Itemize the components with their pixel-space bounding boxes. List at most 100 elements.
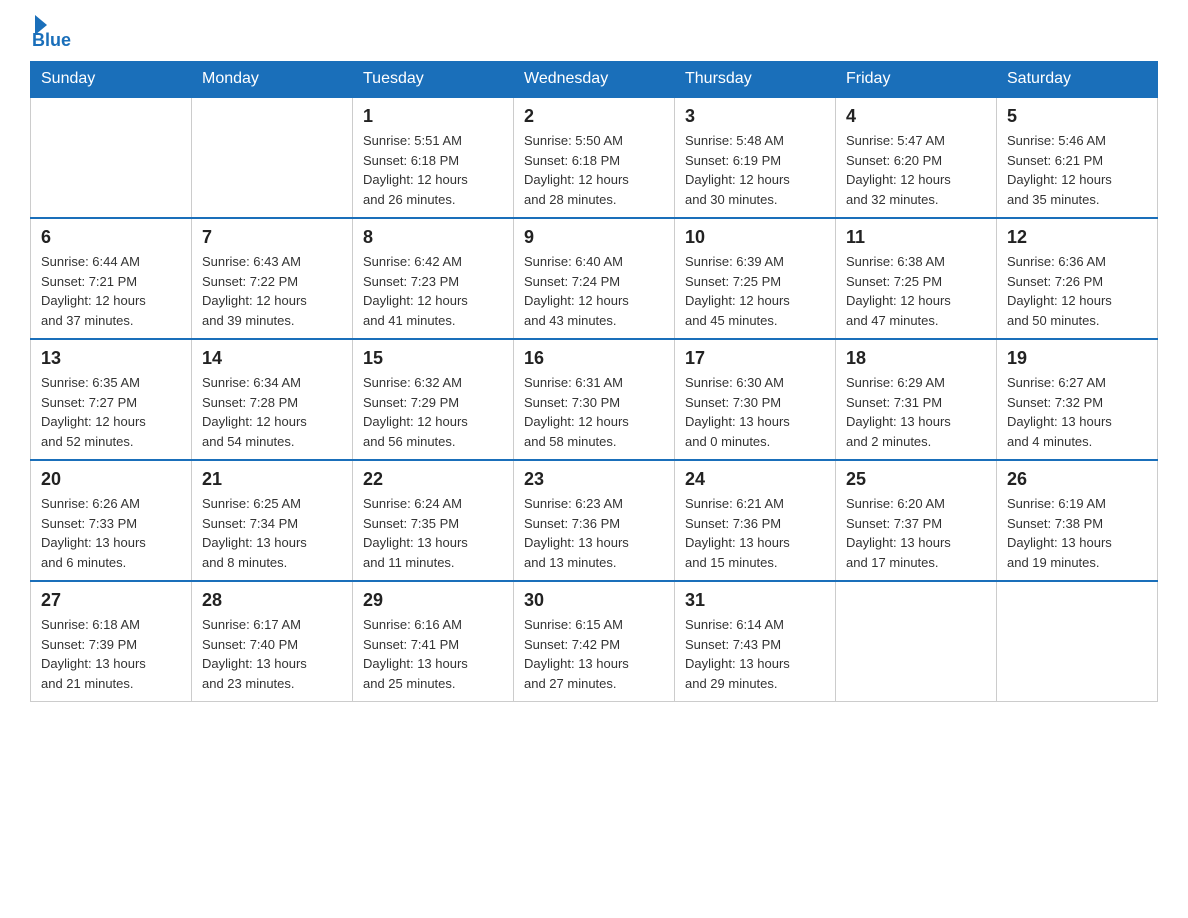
calendar-cell: 19 Sunrise: 6:27 AM Sunset: 7:32 PM Dayli… [997, 339, 1158, 460]
day-info: Sunrise: 6:42 AM Sunset: 7:23 PM Dayligh… [363, 252, 503, 330]
day-number: 10 [685, 227, 825, 248]
day-info: Sunrise: 6:24 AM Sunset: 7:35 PM Dayligh… [363, 494, 503, 572]
calendar-cell: 21Sunrise: 6:25 AM Sunset: 7:34 PM Dayli… [192, 460, 353, 581]
calendar-header-cell: Saturday [997, 62, 1158, 98]
calendar-week-row: 27 Sunrise: 6:18 AM Sunset: 7:39 PM Dayli… [31, 581, 1158, 702]
day-number: 5 [1007, 106, 1147, 127]
logo: Blue [30, 20, 71, 51]
day-info: Sunrise: 6:16 AM Sunset: 7:41 PM Dayligh… [363, 615, 503, 693]
day-number: 17 [685, 348, 825, 369]
day-number: 18 [846, 348, 986, 369]
day-number: 20 [41, 469, 181, 490]
day-info: Sunrise: 6:31 AM Sunset: 7:30 PM Dayligh… [524, 373, 664, 451]
calendar-cell: 11 Sunrise: 6:38 AM Sunset: 7:25 PM Dayli… [836, 218, 997, 339]
calendar-cell: 25 Sunrise: 6:20 AM Sunset: 7:37 PM Dayli… [836, 460, 997, 581]
day-number: 4 [846, 106, 986, 127]
day-info: Sunrise: 6:30 AM Sunset: 7:30 PM Dayligh… [685, 373, 825, 451]
calendar-cell: 20 Sunrise: 6:26 AM Sunset: 7:33 PM Dayli… [31, 460, 192, 581]
day-info: Sunrise: 6:27 AM Sunset: 7:32 PM Dayligh… [1007, 373, 1147, 451]
calendar-header-row: SundayMondayTuesdayWednesdayThursdayFrid… [31, 62, 1158, 98]
day-info: Sunrise: 6:38 AM Sunset: 7:25 PM Dayligh… [846, 252, 986, 330]
day-number: 30 [524, 590, 664, 611]
day-number: 2 [524, 106, 664, 127]
day-info: Sunrise: 6:35 AM Sunset: 7:27 PM Dayligh… [41, 373, 181, 451]
day-number: 7 [202, 227, 342, 248]
calendar-cell: 8 Sunrise: 6:42 AM Sunset: 7:23 PM Daylig… [353, 218, 514, 339]
day-info: Sunrise: 6:21 AM Sunset: 7:36 PM Dayligh… [685, 494, 825, 572]
calendar-cell: 24 Sunrise: 6:21 AM Sunset: 7:36 PM Dayli… [675, 460, 836, 581]
day-number: 11 [846, 227, 986, 248]
day-info: Sunrise: 6:19 AM Sunset: 7:38 PM Dayligh… [1007, 494, 1147, 572]
day-number: 26 [1007, 469, 1147, 490]
day-info: Sunrise: 6:36 AM Sunset: 7:26 PM Dayligh… [1007, 252, 1147, 330]
calendar-cell: 23Sunrise: 6:23 AM Sunset: 7:36 PM Dayli… [514, 460, 675, 581]
calendar-header-cell: Friday [836, 62, 997, 98]
day-info: Sunrise: 6:15 AM Sunset: 7:42 PM Dayligh… [524, 615, 664, 693]
day-number: 27 [41, 590, 181, 611]
page-header: Blue [30, 20, 1158, 51]
calendar-cell: 15 Sunrise: 6:32 AM Sunset: 7:29 PM Dayli… [353, 339, 514, 460]
day-number: 12 [1007, 227, 1147, 248]
day-info: Sunrise: 6:26 AM Sunset: 7:33 PM Dayligh… [41, 494, 181, 572]
day-number: 23 [524, 469, 664, 490]
calendar-header-cell: Wednesday [514, 62, 675, 98]
calendar-header-cell: Tuesday [353, 62, 514, 98]
calendar-cell: 6Sunrise: 6:44 AM Sunset: 7:21 PM Daylig… [31, 218, 192, 339]
day-number: 25 [846, 469, 986, 490]
day-number: 6 [41, 227, 181, 248]
calendar-cell: 31 Sunrise: 6:14 AM Sunset: 7:43 PM Dayli… [675, 581, 836, 702]
day-info: Sunrise: 6:29 AM Sunset: 7:31 PM Dayligh… [846, 373, 986, 451]
day-number: 14 [202, 348, 342, 369]
day-info: Sunrise: 6:40 AM Sunset: 7:24 PM Dayligh… [524, 252, 664, 330]
day-info: Sunrise: 6:18 AM Sunset: 7:39 PM Dayligh… [41, 615, 181, 693]
calendar-week-row: 13 Sunrise: 6:35 AM Sunset: 7:27 PM Dayli… [31, 339, 1158, 460]
day-info: Sunrise: 6:14 AM Sunset: 7:43 PM Dayligh… [685, 615, 825, 693]
day-info: Sunrise: 6:32 AM Sunset: 7:29 PM Dayligh… [363, 373, 503, 451]
day-number: 24 [685, 469, 825, 490]
calendar-body: 1Sunrise: 5:51 AM Sunset: 6:18 PM Daylig… [31, 97, 1158, 702]
calendar-cell: 29 Sunrise: 6:16 AM Sunset: 7:41 PM Dayli… [353, 581, 514, 702]
calendar-header-cell: Monday [192, 62, 353, 98]
calendar-cell: 2 Sunrise: 5:50 AM Sunset: 6:18 PM Daylig… [514, 97, 675, 218]
day-number: 22 [363, 469, 503, 490]
logo-underline: Blue [32, 30, 71, 51]
calendar-cell [31, 97, 192, 218]
day-info: Sunrise: 5:47 AM Sunset: 6:20 PM Dayligh… [846, 131, 986, 209]
day-number: 1 [363, 106, 503, 127]
day-number: 8 [363, 227, 503, 248]
calendar-cell: 18 Sunrise: 6:29 AM Sunset: 7:31 PM Dayli… [836, 339, 997, 460]
day-number: 19 [1007, 348, 1147, 369]
calendar-table: SundayMondayTuesdayWednesdayThursdayFrid… [30, 61, 1158, 702]
calendar-cell [997, 581, 1158, 702]
day-info: Sunrise: 6:25 AM Sunset: 7:34 PM Dayligh… [202, 494, 342, 572]
day-number: 15 [363, 348, 503, 369]
day-number: 13 [41, 348, 181, 369]
day-info: Sunrise: 5:48 AM Sunset: 6:19 PM Dayligh… [685, 131, 825, 209]
calendar-cell [192, 97, 353, 218]
day-info: Sunrise: 6:43 AM Sunset: 7:22 PM Dayligh… [202, 252, 342, 330]
calendar-cell: 28Sunrise: 6:17 AM Sunset: 7:40 PM Dayli… [192, 581, 353, 702]
day-info: Sunrise: 6:39 AM Sunset: 7:25 PM Dayligh… [685, 252, 825, 330]
calendar-cell: 22 Sunrise: 6:24 AM Sunset: 7:35 PM Dayli… [353, 460, 514, 581]
day-info: Sunrise: 6:20 AM Sunset: 7:37 PM Dayligh… [846, 494, 986, 572]
calendar-cell: 17 Sunrise: 6:30 AM Sunset: 7:30 PM Dayli… [675, 339, 836, 460]
calendar-week-row: 6Sunrise: 6:44 AM Sunset: 7:21 PM Daylig… [31, 218, 1158, 339]
day-number: 31 [685, 590, 825, 611]
calendar-cell: 16Sunrise: 6:31 AM Sunset: 7:30 PM Dayli… [514, 339, 675, 460]
calendar-week-row: 1Sunrise: 5:51 AM Sunset: 6:18 PM Daylig… [31, 97, 1158, 218]
calendar-header-cell: Thursday [675, 62, 836, 98]
day-info: Sunrise: 5:50 AM Sunset: 6:18 PM Dayligh… [524, 131, 664, 209]
day-number: 3 [685, 106, 825, 127]
calendar-cell: 13 Sunrise: 6:35 AM Sunset: 7:27 PM Dayli… [31, 339, 192, 460]
calendar-header-cell: Sunday [31, 62, 192, 98]
calendar-cell: 1Sunrise: 5:51 AM Sunset: 6:18 PM Daylig… [353, 97, 514, 218]
calendar-cell: 4 Sunrise: 5:47 AM Sunset: 6:20 PM Daylig… [836, 97, 997, 218]
calendar-cell: 3 Sunrise: 5:48 AM Sunset: 6:19 PM Daylig… [675, 97, 836, 218]
calendar-cell: 5Sunrise: 5:46 AM Sunset: 6:21 PM Daylig… [997, 97, 1158, 218]
day-number: 28 [202, 590, 342, 611]
day-number: 29 [363, 590, 503, 611]
calendar-cell: 27 Sunrise: 6:18 AM Sunset: 7:39 PM Dayli… [31, 581, 192, 702]
day-info: Sunrise: 6:34 AM Sunset: 7:28 PM Dayligh… [202, 373, 342, 451]
calendar-cell: 12 Sunrise: 6:36 AM Sunset: 7:26 PM Dayli… [997, 218, 1158, 339]
day-number: 9 [524, 227, 664, 248]
